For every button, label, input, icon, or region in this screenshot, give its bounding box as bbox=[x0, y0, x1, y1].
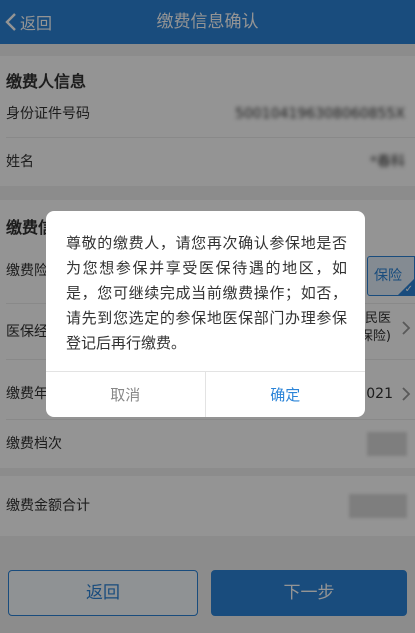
dialog-actions: 取消 确定 bbox=[46, 371, 365, 417]
dialog-message: 尊敬的缴费人，请您再次确认参保地是否为您想参保并享受医保待遇的地区，如是，您可继… bbox=[66, 234, 347, 352]
confirm-dialog: 尊敬的缴费人，请您再次确认参保地是否为您想参保并享受医保待遇的地区，如是，您可继… bbox=[46, 211, 365, 417]
dialog-cancel-button[interactable]: 取消 bbox=[46, 372, 206, 417]
dialog-confirm-button[interactable]: 确定 bbox=[206, 372, 366, 417]
